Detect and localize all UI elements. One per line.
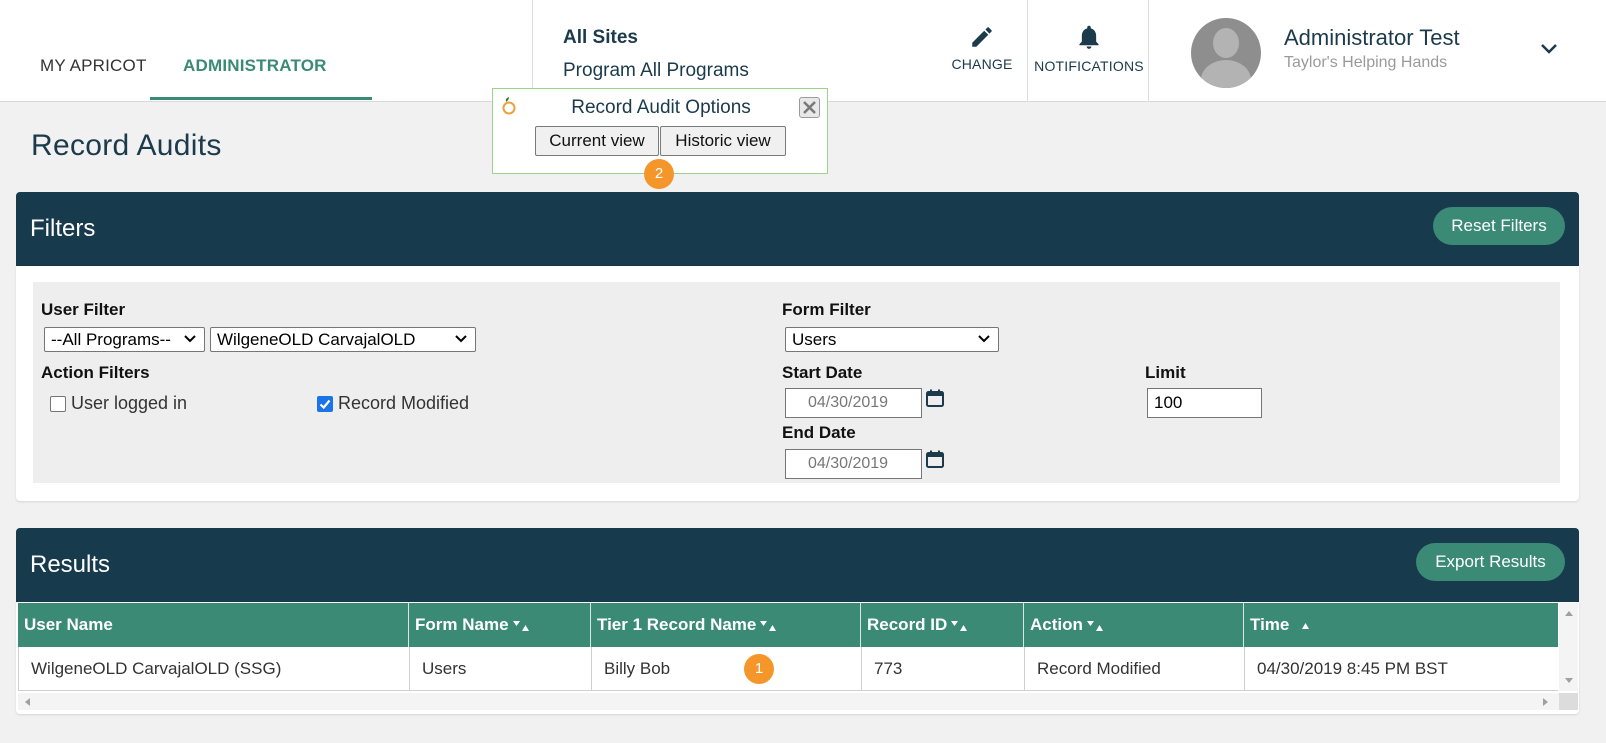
filters-panel: User Filter --All Programs-- WilgeneOLD …	[16, 266, 1579, 501]
notifications-button[interactable]: NOTIFICATIONS	[1034, 24, 1144, 74]
user-org: Taylor's Helping Hands	[1284, 54, 1448, 71]
historic-view-button[interactable]: Historic view	[660, 126, 786, 156]
tab-my-apricot[interactable]: MY APRICOT	[40, 56, 147, 76]
cell-form-name: Users	[410, 647, 592, 691]
scroll-up-icon[interactable]	[1564, 609, 1574, 617]
sort-icon	[1086, 620, 1103, 631]
scroll-left-icon[interactable]	[23, 697, 31, 707]
form-select[interactable]: Users	[785, 327, 999, 352]
export-results-button[interactable]: Export Results	[1416, 543, 1565, 581]
cell-record-id: 773	[862, 647, 1025, 691]
limit-input[interactable]: 100	[1147, 388, 1262, 418]
site-name: All Sites	[563, 27, 638, 48]
record-modified-checkbox[interactable]	[317, 396, 333, 412]
vertical-scrollbar[interactable]	[1559, 603, 1578, 691]
results-table-header: User Name Form Name Tier 1 Record Name R…	[18, 603, 1558, 647]
end-date-label: End Date	[782, 423, 856, 442]
change-button[interactable]: CHANGE	[950, 24, 1014, 72]
user-filter-label: User Filter	[41, 300, 126, 319]
chevron-down-icon	[455, 335, 467, 343]
divider	[1148, 0, 1149, 102]
limit-label: Limit	[1145, 363, 1186, 382]
column-action[interactable]: Action	[1024, 603, 1244, 647]
close-icon	[803, 101, 816, 114]
sort-icon	[951, 620, 968, 631]
tab-administrator[interactable]: ADMINISTRATOR	[183, 56, 327, 76]
results-header: Results Export Results	[16, 528, 1579, 602]
top-header: MY APRICOT ADMINISTRATOR All Sites Progr…	[0, 0, 1606, 102]
current-view-button[interactable]: Current view	[535, 126, 659, 156]
column-user-name[interactable]: User Name	[18, 603, 409, 647]
user-name: Administrator Test	[1284, 25, 1460, 50]
change-label: CHANGE	[951, 56, 1013, 72]
action-filters-label: Action Filters	[41, 363, 150, 382]
end-date-input[interactable]: 04/30/2019	[785, 449, 922, 479]
checkmark-icon	[319, 399, 331, 410]
sort-icon	[760, 620, 777, 631]
column-time[interactable]: Time	[1244, 603, 1558, 647]
step-badge-2: 2	[644, 159, 674, 189]
bell-icon	[1079, 25, 1099, 49]
table-row[interactable]: WilgeneOLD CarvajalOLD (SSG) Users Billy…	[18, 647, 1558, 691]
cell-action: Record Modified	[1025, 647, 1245, 691]
form-filter-label: Form Filter	[782, 300, 871, 319]
chevron-down-icon	[978, 335, 990, 343]
user-select[interactable]: WilgeneOLD CarvajalOLD	[210, 327, 476, 352]
chevron-down-icon	[184, 335, 196, 343]
filters-header: Filters Reset Filters	[16, 192, 1579, 266]
results-title: Results	[30, 551, 111, 578]
start-date-input[interactable]: 04/30/2019	[785, 388, 922, 418]
program-select[interactable]: --All Programs--	[44, 327, 205, 352]
calendar-icon[interactable]	[925, 388, 945, 408]
pencil-icon	[972, 27, 992, 47]
scrollbar-corner	[1559, 693, 1578, 710]
scroll-down-icon[interactable]	[1564, 677, 1574, 685]
cell-tier1-record-name: Billy Bob	[592, 647, 862, 691]
filters-title: Filters	[30, 215, 96, 242]
divider	[532, 0, 533, 102]
sort-icon	[1302, 622, 1310, 629]
step-badge-1: 1	[744, 654, 774, 684]
column-form-name[interactable]: Form Name	[409, 603, 591, 647]
popup-title: Record Audit Options	[571, 97, 751, 118]
notifications-label: NOTIFICATIONS	[1034, 58, 1144, 74]
active-tab-underline	[150, 97, 372, 100]
calendar-icon[interactable]	[925, 449, 945, 469]
cell-time: 04/30/2019 8:45 PM BST	[1257, 659, 1448, 678]
column-record-id[interactable]: Record ID	[861, 603, 1024, 647]
reset-filters-button[interactable]: Reset Filters	[1433, 207, 1565, 245]
filters-form: User Filter --All Programs-- WilgeneOLD …	[33, 282, 1560, 483]
cell-user-name: WilgeneOLD CarvajalOLD (SSG)	[19, 647, 410, 691]
site-program: Program All Programs	[563, 60, 749, 81]
sort-icon	[512, 620, 529, 631]
chevron-down-icon[interactable]	[1540, 42, 1558, 56]
column-tier1-record-name[interactable]: Tier 1 Record Name	[591, 603, 861, 647]
horizontal-scrollbar[interactable]	[18, 693, 1559, 710]
user-logged-in-checkbox[interactable]	[50, 396, 66, 412]
scroll-right-icon[interactable]	[1542, 697, 1550, 707]
record-modified-label: Record Modified	[338, 393, 470, 413]
divider	[1027, 0, 1028, 102]
start-date-label: Start Date	[782, 363, 863, 382]
page-title: Record Audits	[31, 129, 222, 162]
avatar[interactable]	[1191, 18, 1261, 88]
user-logged-in-label: User logged in	[71, 393, 188, 413]
close-button[interactable]	[799, 97, 820, 118]
